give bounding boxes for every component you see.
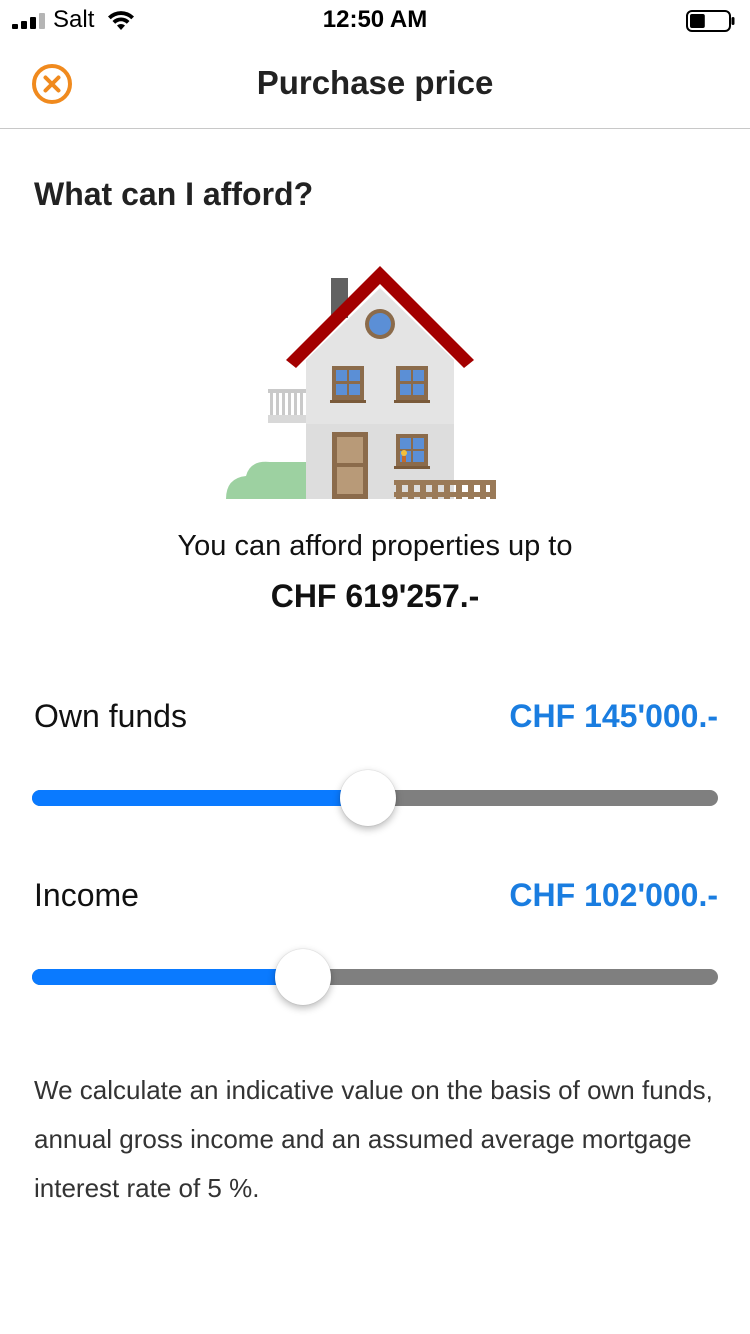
status-time: 12:50 AM [322, 6, 428, 33]
disclaimer-text: We calculate an indicative value on the … [34, 1075, 713, 1203]
slider-thumb[interactable] [274, 949, 331, 1005]
own-funds-slider[interactable] [32, 770, 718, 826]
slider-fill [32, 790, 369, 806]
own-funds-value: CHF 145'000.- [509, 698, 718, 734]
house-icon [226, 266, 496, 499]
income-label: Income [34, 877, 139, 913]
slider-thumb[interactable] [340, 770, 397, 826]
navigation-bar: Purchase price [0, 40, 750, 129]
battery-icon [686, 10, 735, 32]
screen: Salt 12:50 AM Purchase price What can I … [0, 0, 750, 1334]
page-title: Purchase price [256, 64, 494, 101]
status-bar: Salt 12:50 AM [0, 0, 750, 40]
income-value: CHF 102'000.- [509, 877, 718, 913]
section-heading: What can I afford? [34, 176, 314, 212]
afford-amount: CHF 619'257.- [270, 578, 480, 614]
afford-description: You can afford properties up to [177, 530, 573, 562]
slider-fill [32, 969, 303, 985]
own-funds-label: Own funds [34, 698, 187, 734]
income-slider[interactable] [32, 949, 718, 1005]
